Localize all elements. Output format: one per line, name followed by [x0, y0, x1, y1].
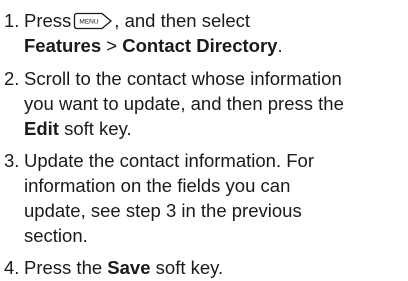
save-soft-key-label: Save: [107, 257, 151, 278]
step-number: 3.: [4, 150, 20, 171]
step-text: Press MENU , and then select Features > Co…: [24, 8, 408, 58]
contact-directory-label: Contact Directory: [122, 35, 278, 56]
menu-key-label: MENU: [80, 19, 99, 26]
step-line: section.: [24, 225, 88, 246]
step-number: 1.: [4, 10, 20, 31]
step-line: update, see step 3 in the previous: [24, 200, 302, 221]
step-line: Scroll to the contact whose information: [24, 68, 342, 89]
step-text-segment: Press: [24, 10, 72, 31]
step-text-segment: , and then select: [114, 10, 251, 31]
step-number: 2.: [4, 68, 20, 89]
step-line: you want to update, and then press the: [24, 93, 344, 114]
step-line: information on the fields you can: [24, 175, 291, 196]
step-line: Press the Save soft key.: [24, 255, 408, 280]
features-menu-label: Features: [24, 35, 102, 56]
step-text-segment: .: [277, 35, 283, 56]
step-line: Update the contact information. For: [24, 150, 314, 171]
step-text: Scroll to the contact whose information …: [24, 66, 408, 141]
step-text-segment: Press the: [24, 257, 108, 278]
step-text: Update the contact information. For info…: [24, 148, 408, 248]
menu-separator: >: [101, 35, 123, 56]
step-text-segment: soft key.: [150, 257, 224, 278]
step-line: Features > Contact Directory.: [24, 33, 408, 58]
step-line: Edit soft key.: [24, 116, 408, 141]
menu-key-icon: MENU: [73, 12, 113, 30]
step-number: 4.: [4, 257, 20, 278]
step-line: Press MENU , and then select: [24, 8, 408, 33]
step-text: Press the Save soft key.: [24, 255, 408, 280]
step-text-segment: soft key.: [58, 118, 132, 139]
edit-soft-key-label: Edit: [24, 118, 59, 139]
